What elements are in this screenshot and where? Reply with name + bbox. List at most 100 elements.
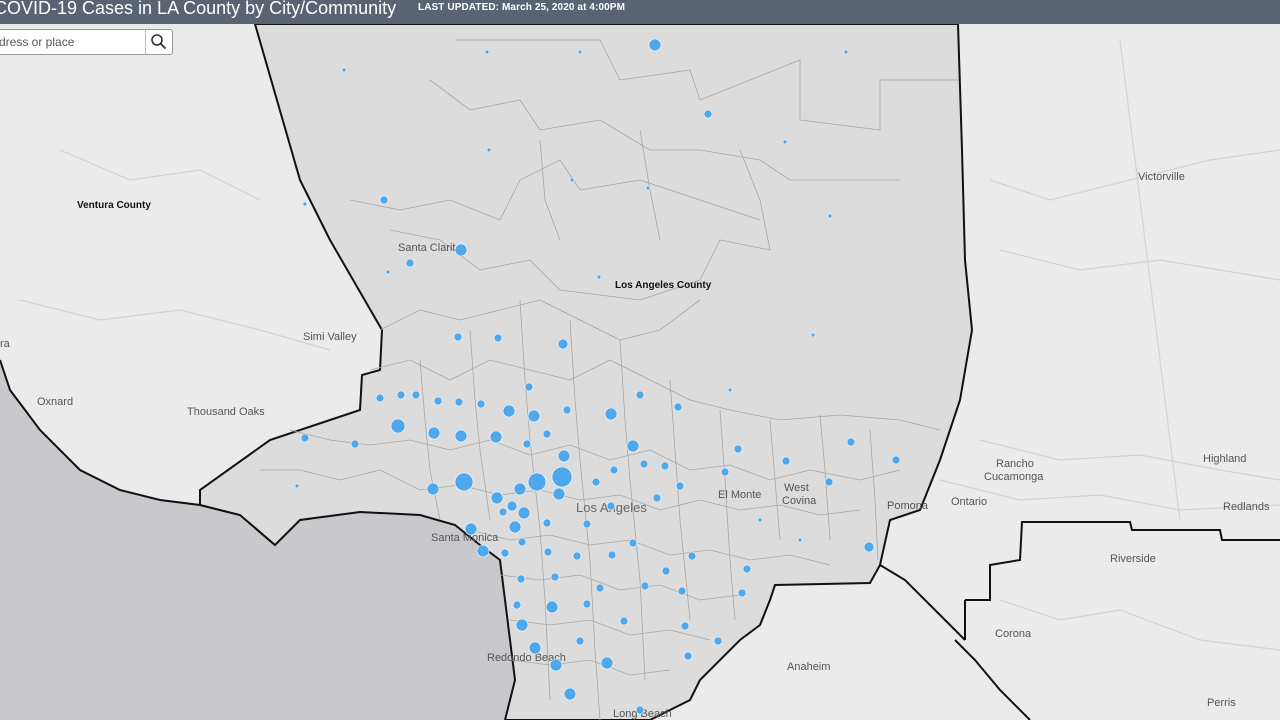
case-marker[interactable]: [569, 177, 575, 183]
case-marker[interactable]: [433, 396, 443, 406]
search-box[interactable]: [0, 29, 173, 55]
case-marker[interactable]: [596, 274, 602, 280]
case-marker[interactable]: [640, 581, 650, 591]
case-marker[interactable]: [549, 658, 563, 672]
case-marker[interactable]: [516, 574, 526, 584]
case-marker[interactable]: [843, 49, 849, 55]
case-marker[interactable]: [891, 455, 901, 465]
case-marker[interactable]: [527, 472, 547, 492]
case-marker[interactable]: [545, 600, 559, 614]
map-canvas[interactable]: Ventura County Los Angeles County Santa …: [0, 0, 1280, 720]
case-marker[interactable]: [513, 482, 527, 496]
case-marker[interactable]: [490, 491, 504, 505]
case-marker[interactable]: [863, 541, 875, 553]
case-marker[interactable]: [635, 390, 645, 400]
case-marker[interactable]: [552, 487, 566, 501]
case-marker[interactable]: [591, 477, 601, 487]
case-marker[interactable]: [551, 466, 573, 488]
case-marker[interactable]: [635, 705, 645, 715]
case-marker[interactable]: [713, 636, 723, 646]
case-marker[interactable]: [600, 656, 614, 670]
case-marker[interactable]: [609, 465, 619, 475]
case-marker[interactable]: [683, 651, 693, 661]
case-marker[interactable]: [543, 547, 553, 557]
case-marker[interactable]: [604, 407, 618, 421]
case-marker[interactable]: [639, 459, 649, 469]
case-marker[interactable]: [782, 139, 788, 145]
case-marker[interactable]: [680, 621, 690, 631]
case-marker[interactable]: [582, 599, 592, 609]
case-marker[interactable]: [557, 338, 569, 350]
case-marker[interactable]: [527, 409, 541, 423]
case-marker[interactable]: [575, 636, 585, 646]
case-marker[interactable]: [577, 49, 583, 55]
case-marker[interactable]: [498, 507, 508, 517]
case-marker[interactable]: [341, 67, 347, 73]
case-marker[interactable]: [542, 518, 552, 528]
case-marker[interactable]: [484, 49, 490, 55]
case-marker[interactable]: [827, 213, 833, 219]
case-marker[interactable]: [517, 506, 531, 520]
case-marker[interactable]: [720, 467, 730, 477]
case-marker[interactable]: [628, 538, 638, 548]
case-marker[interactable]: [563, 687, 577, 701]
case-marker[interactable]: [645, 185, 651, 191]
case-marker[interactable]: [687, 551, 697, 561]
case-marker[interactable]: [390, 418, 406, 434]
case-marker[interactable]: [454, 397, 464, 407]
search-button[interactable]: [145, 30, 172, 54]
case-marker[interactable]: [737, 588, 747, 598]
case-marker[interactable]: [757, 517, 763, 523]
case-marker[interactable]: [454, 243, 468, 257]
case-marker[interactable]: [486, 147, 492, 153]
case-marker[interactable]: [619, 616, 629, 626]
case-marker[interactable]: [502, 404, 516, 418]
case-marker[interactable]: [648, 38, 662, 52]
case-marker[interactable]: [652, 493, 662, 503]
case-marker[interactable]: [515, 618, 529, 632]
case-marker[interactable]: [294, 483, 300, 489]
case-marker[interactable]: [528, 641, 542, 655]
case-marker[interactable]: [727, 387, 733, 393]
case-marker[interactable]: [810, 332, 816, 338]
case-marker[interactable]: [453, 332, 463, 342]
case-marker[interactable]: [673, 402, 683, 412]
case-marker[interactable]: [379, 195, 389, 205]
case-marker[interactable]: [506, 500, 518, 512]
case-marker[interactable]: [595, 583, 605, 593]
case-marker[interactable]: [626, 439, 640, 453]
case-marker[interactable]: [661, 566, 671, 576]
case-marker[interactable]: [846, 437, 856, 447]
case-marker[interactable]: [385, 269, 391, 275]
case-marker[interactable]: [606, 501, 616, 511]
case-marker[interactable]: [476, 544, 490, 558]
case-marker[interactable]: [797, 537, 803, 543]
case-marker[interactable]: [517, 537, 527, 547]
case-marker[interactable]: [703, 109, 713, 119]
case-marker[interactable]: [550, 572, 560, 582]
case-marker[interactable]: [476, 399, 486, 409]
case-marker[interactable]: [742, 564, 752, 574]
case-marker[interactable]: [508, 520, 522, 534]
case-marker[interactable]: [572, 551, 582, 561]
case-marker[interactable]: [781, 456, 791, 466]
case-marker[interactable]: [733, 444, 743, 454]
case-marker[interactable]: [426, 482, 440, 496]
case-marker[interactable]: [500, 548, 510, 558]
case-marker[interactable]: [582, 519, 592, 529]
case-marker[interactable]: [375, 393, 385, 403]
case-marker[interactable]: [675, 481, 685, 491]
case-marker[interactable]: [405, 258, 415, 268]
case-marker[interactable]: [493, 333, 503, 343]
case-marker[interactable]: [411, 390, 421, 400]
case-marker[interactable]: [824, 477, 834, 487]
case-marker[interactable]: [562, 405, 572, 415]
case-marker[interactable]: [489, 430, 503, 444]
case-marker[interactable]: [350, 439, 360, 449]
case-marker[interactable]: [300, 433, 310, 443]
case-marker[interactable]: [427, 426, 441, 440]
search-input[interactable]: [0, 33, 139, 51]
case-marker[interactable]: [512, 600, 522, 610]
case-marker[interactable]: [522, 439, 532, 449]
case-marker[interactable]: [396, 390, 406, 400]
